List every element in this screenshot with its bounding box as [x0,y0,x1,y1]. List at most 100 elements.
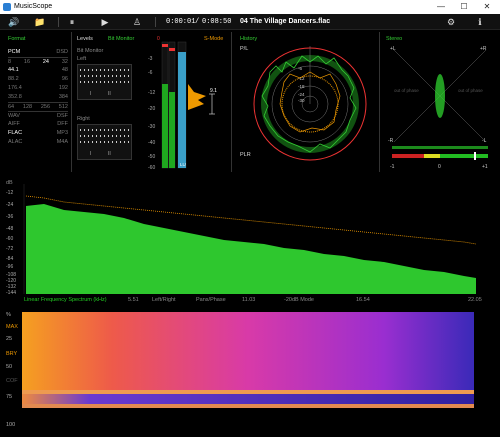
db-minus-3: -3 [148,56,153,62]
meter-top-label: 0 [157,36,160,42]
maximize-button[interactable]: ☐ [453,1,475,13]
left-right-mode[interactable]: Left/Right [152,297,176,303]
spec-y-36: -36 [6,214,13,220]
title-bar: MusicScope — ☐ ✕ [0,0,500,14]
spectrum-fill [26,204,476,294]
correlation-red [392,154,424,158]
toolbar-separator [58,17,59,27]
track-name: 04 The Village Dancers.flac [240,18,331,25]
scope-minus-l: -L [482,138,487,144]
pause-icon[interactable]: ⏸ [66,16,78,28]
dsd-label: DSD [56,49,68,55]
spec-x-11-03: 11.03 [242,297,256,303]
rate-44-1: 44.1 [8,67,19,73]
sg-cof: COF [6,378,18,384]
dsd-512: 512 [58,104,68,110]
type-alac: ALAC [8,139,23,145]
right-bit-monitor: I II [77,124,132,160]
dsd-128: 128 [22,104,33,110]
type-dsf: DSF [57,113,68,119]
spectrogram-body [22,312,474,390]
right-channel-label: Right [77,116,90,122]
spec-x-5-51: 5.51 [128,297,139,303]
lu-meter-fill [178,52,186,168]
spec-y-12: -12 [6,190,13,196]
scope-plus-r: +R [480,46,487,52]
minimize-button[interactable]: — [430,1,452,13]
volume-icon[interactable]: 🔊 [8,16,20,28]
bits-16: 16 [23,59,31,65]
spec-y-48: -48 [6,226,13,232]
spectrogram: % MAX 25 BRY 50 COF 75 100 [6,312,474,428]
left-bit-grid: I II [80,69,129,97]
sg-75: 75 [6,394,12,400]
spectrogram-band-2 [22,394,474,404]
dsd-64: 64 [8,104,15,110]
spectrum-mode[interactable]: Linear Frequency Spectrum (kHz) [24,297,107,303]
ring-label-18: -18 [298,84,305,89]
db-minus-6: -6 [148,70,153,76]
correlation-yellow [424,154,440,158]
lu-label: LU [180,162,186,167]
corr-max: +1 [482,164,488,170]
settings-icon[interactable]: ⚙ [445,16,457,28]
rate-96: 96 [61,76,68,82]
ring-label-24: -24 [298,92,305,97]
type-m4a: M4A [56,139,68,145]
rate-192: 192 [58,85,68,91]
bits-32: 32 [61,59,68,65]
pans-phase-mode[interactable]: Pans/Phase [196,297,226,303]
metronome-icon[interactable]: ♙ [131,16,143,28]
correlation-strip [392,146,488,149]
spectrum-chart: -12 -24 -36 -48 -60 -72 -84 -96 -108 -12… [6,184,477,296]
rate-88-2: 88.2 [8,76,19,82]
bit-monitor-tab[interactable]: Bit Monitor [108,36,134,42]
sg-100: 100 [6,422,15,428]
type-mp3: MP3 [56,130,68,136]
time-separator: / [195,18,200,26]
spec-y-60: -60 [6,236,13,242]
type-wav: WAV [8,113,20,119]
time-total: 0:08:50 [202,18,232,26]
meter-r-peak [169,48,175,51]
app-icon [3,3,11,11]
db-minus-40: -40 [148,140,155,146]
sg-bry: BRY [6,351,18,357]
spec-y-84: -84 [6,256,13,262]
rate-384: 384 [58,94,68,100]
right-bit-grid: I II [80,129,129,157]
bits-8: 8 [8,59,12,65]
pl-label: P/L [240,46,249,52]
bits-24: 24 [42,59,49,65]
play-icon[interactable]: ▶ [99,16,111,28]
pcm-label: PCM [8,49,21,55]
left-bit-monitor: I II [77,64,132,100]
peak-value: 9.1 [210,88,217,94]
folder-icon[interactable]: 📁 [34,16,46,28]
meter-l-peak [162,44,168,47]
correlation-green [440,154,488,158]
rate-48: 48 [61,67,68,73]
spectrum-footer: Linear Frequency Spectrum (kHz) 5.51 Lef… [0,296,500,306]
right-tick-a: I [90,151,91,157]
db-minus-60: -60 [148,165,155,171]
ring-label-30: -30 [298,98,305,103]
sg-unit: % [6,312,11,318]
correlation-marker [474,152,476,160]
s-mode-tab[interactable]: S-Mode [204,36,223,42]
info-icon[interactable]: ℹ [474,16,486,28]
time-current: 0:00:01 [166,18,196,26]
spec-x-22-05: 22.05 [468,297,482,303]
format-title: Format [8,36,26,42]
sg-max: MAX [6,324,18,330]
scope-minus-r: -R [388,138,394,144]
spectrogram-band-3 [22,404,474,408]
spec-y-72: -72 [6,246,13,252]
db-mode[interactable]: -20dB Mode [284,297,314,303]
corr-min: -1 [390,164,395,170]
meter-r-fill [169,92,175,168]
close-button[interactable]: ✕ [476,1,498,13]
rate-176-4: 176.4 [8,85,22,91]
right-tick-b: II [108,151,111,157]
levels-title: Levels [77,36,93,42]
